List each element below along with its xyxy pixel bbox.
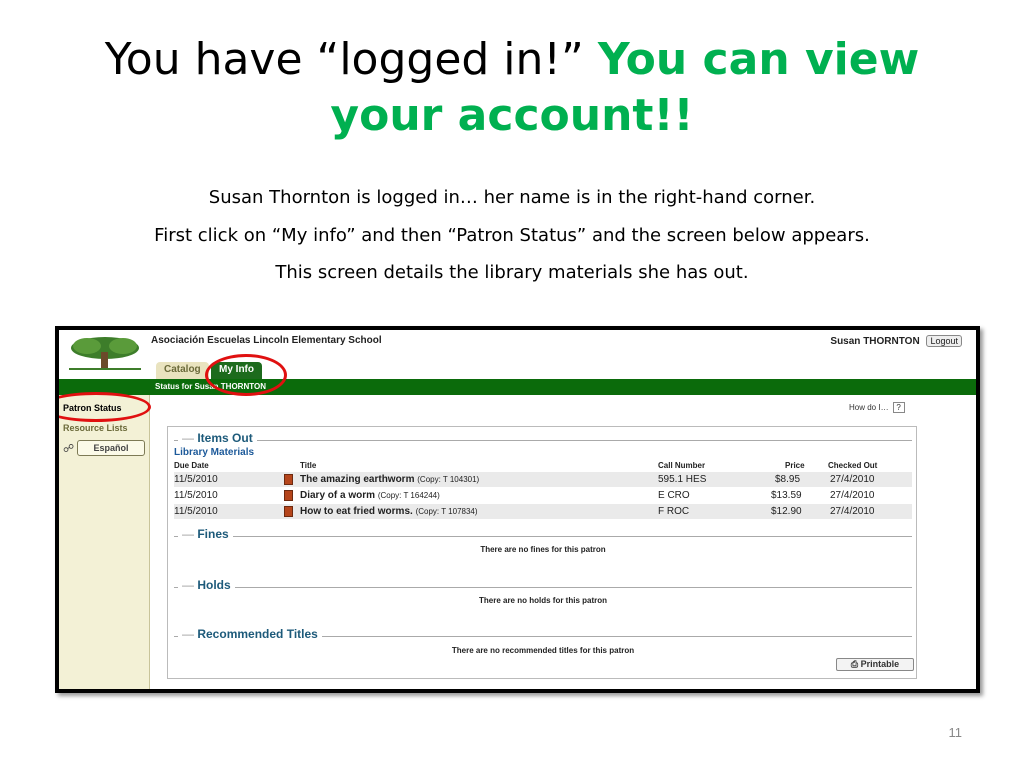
price: $13.59	[771, 490, 802, 501]
tab-catalog[interactable]: Catalog	[156, 362, 209, 379]
logout-button[interactable]: Logout	[926, 335, 962, 347]
how-do-i-link[interactable]: How do I…?	[849, 402, 905, 413]
fines-empty-message: There are no fines for this patron	[480, 545, 606, 554]
app-header: Asociación Escuelas Lincoln Elementary S…	[59, 330, 976, 379]
column-checked-out: Checked Out	[828, 461, 878, 470]
title-black: You have “logged in!”	[104, 34, 584, 85]
title-green-1: You can view	[597, 34, 920, 85]
table-row[interactable]: 11/5/2010 Diary of a worm (Copy: T 16424…	[174, 488, 912, 503]
due-date: 11/5/2010	[174, 474, 218, 485]
price: $8.95	[775, 474, 801, 485]
holds-heading: Holds	[178, 578, 235, 592]
description-line-2: First click on “My info” and then “Patro…	[154, 225, 870, 246]
slide-title: You have “logged in!” You can view your …	[0, 32, 1024, 144]
column-call-number: Call Number	[658, 461, 706, 470]
book-icon	[284, 490, 293, 501]
description-line-1: Susan Thornton is logged in… her name is…	[208, 187, 816, 208]
table-row[interactable]: 11/5/2010 The amazing earthworm (Copy: T…	[174, 472, 912, 487]
call-number: 595.1 HES	[658, 474, 707, 485]
help-icon[interactable]: ?	[892, 402, 905, 413]
table-row[interactable]: 11/5/2010 How to eat fried worms. (Copy:…	[174, 504, 912, 519]
status-bar: Status for Susan THORNTON	[59, 379, 976, 395]
checked-out-date: 27/4/2010	[830, 474, 875, 485]
recommended-heading: Recommended Titles	[178, 627, 322, 641]
column-title: Title	[300, 461, 317, 470]
espanol-button[interactable]: Español	[77, 440, 145, 456]
item-title[interactable]: How to eat fried worms. (Copy: T 107834)	[300, 506, 478, 517]
column-price: Price	[785, 461, 805, 470]
price: $12.90	[771, 506, 802, 517]
description-line-3: This screen details the library material…	[275, 262, 749, 283]
book-icon	[284, 474, 293, 485]
item-title[interactable]: The amazing earthworm (Copy: T 104301)	[300, 474, 479, 485]
book-icon	[284, 506, 293, 517]
printer-icon: ⎙	[850, 659, 859, 669]
call-number: F ROC	[658, 506, 690, 517]
printable-button[interactable]: ⎙ Printable	[836, 658, 914, 671]
user-area: Susan THORNTON Logout	[830, 335, 962, 347]
checked-out-date: 27/4/2010	[830, 490, 875, 501]
items-out-heading: Items Out	[178, 431, 257, 445]
call-number: E CRO	[658, 490, 690, 501]
patron-status-panel: Items Out Library Materials Due Date Tit…	[167, 426, 917, 679]
checked-out-date: 27/4/2010	[830, 506, 875, 517]
due-date: 11/5/2010	[174, 490, 218, 501]
library-materials-heading: Library Materials	[174, 447, 255, 458]
how-do-i-label: How do I…	[849, 403, 889, 412]
due-date: 11/5/2010	[174, 506, 218, 517]
slide-number: 11	[948, 725, 963, 740]
language-icon: ☍	[63, 443, 75, 455]
school-name: Asociación Escuelas Lincoln Elementary S…	[151, 335, 382, 346]
highlight-ring-my-info	[205, 354, 287, 396]
tree-logo-icon	[69, 337, 141, 370]
user-name: Susan THORNTON	[830, 336, 920, 347]
holds-empty-message: There are no holds for this patron	[478, 596, 607, 605]
sidebar-item-resource-lists[interactable]: Resource Lists	[63, 423, 128, 433]
title-green-2: your account!!	[330, 90, 694, 141]
item-title[interactable]: Diary of a worm (Copy: T 164244)	[300, 490, 440, 501]
column-due-date: Due Date	[174, 461, 209, 470]
library-screenshot: Asociación Escuelas Lincoln Elementary S…	[55, 326, 980, 693]
sidebar: Patron Status Resource Lists ☍ Español	[59, 395, 150, 689]
fines-heading: Fines	[178, 527, 233, 541]
printable-label: Printable	[860, 659, 900, 669]
recommended-empty-message: There are no recommended titles for this…	[451, 646, 635, 655]
